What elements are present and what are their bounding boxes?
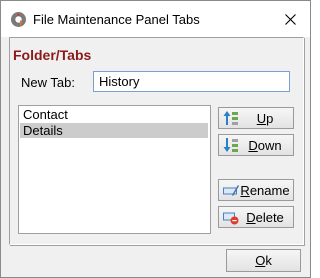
section-heading: Folder/Tabs — [13, 47, 92, 63]
ok-button[interactable]: Ok — [226, 249, 301, 272]
ok-label: k — [265, 253, 272, 268]
gear-flame-icon — [11, 12, 26, 27]
title-bar[interactable]: File Maintenance Panel Tabs — [1, 1, 310, 37]
move-up-icon — [223, 111, 238, 125]
up-label: p — [266, 110, 274, 126]
down-accel: D — [248, 137, 258, 153]
window-title: File Maintenance Panel Tabs — [33, 12, 200, 27]
ok-accel: O — [255, 253, 266, 268]
down-button[interactable]: Down — [218, 134, 294, 156]
dialog-window: File Maintenance Panel Tabs Folder/Tabs … — [0, 0, 311, 278]
rename-accel: R — [240, 182, 250, 198]
down-label: own — [257, 137, 282, 153]
new-tab-input[interactable] — [93, 71, 290, 92]
delete-accel: D — [246, 209, 256, 225]
rename-label: ename — [249, 182, 290, 198]
up-accel: U — [256, 110, 267, 126]
delete-label: elete — [255, 209, 284, 225]
tabs-listbox[interactable]: Contact Details — [18, 105, 211, 234]
rename-icon — [223, 185, 239, 196]
rename-button[interactable]: Rename — [218, 179, 294, 201]
delete-button[interactable]: Delete — [218, 206, 294, 228]
close-icon — [284, 13, 296, 25]
move-down-icon — [223, 138, 238, 152]
delete-icon — [223, 212, 239, 225]
close-button[interactable] — [270, 1, 310, 37]
new-tab-label: New Tab: — [21, 75, 75, 90]
list-item-details[interactable]: Details — [20, 123, 208, 138]
up-button[interactable]: Up — [218, 107, 294, 129]
list-item-contact[interactable]: Contact — [20, 107, 208, 122]
